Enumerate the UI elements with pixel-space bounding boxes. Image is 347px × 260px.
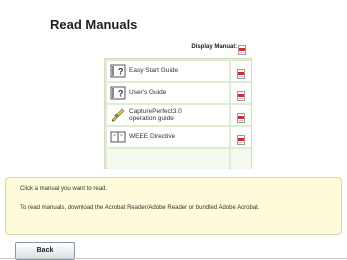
divider	[0, 258, 347, 259]
manual-name-cell[interactable]: ? Easy Start Guide	[107, 61, 229, 81]
pdf-link[interactable]	[231, 61, 251, 81]
info-instruction: Click a manual you want to read.	[20, 186, 108, 192]
pdf-icon	[237, 110, 245, 128]
empty-cell	[107, 149, 229, 169]
pdf-icon	[237, 88, 245, 106]
pencil-icon	[110, 108, 126, 127]
manual-name-cell[interactable]: CapturePerfect3.0 operation guide	[107, 105, 229, 125]
info-reader-note: To read manuals, download the Acrobat Re…	[20, 205, 260, 211]
info-box: Click a manual you want to read. To read…	[5, 177, 342, 235]
empty-row	[107, 149, 251, 169]
pdf-icon	[237, 132, 245, 150]
pdf-link[interactable]	[231, 127, 251, 147]
manual-name: WEEE Directive	[129, 133, 176, 140]
manual-name-cell[interactable]: WEEE Directive	[107, 127, 229, 147]
manual-row-weee-directive[interactable]: WEEE Directive	[107, 127, 251, 147]
pdf-icon	[237, 66, 245, 84]
manual-name-line-1: CapturePerfect3.0	[129, 108, 182, 115]
help-book-icon: ?	[110, 86, 126, 105]
manual-row-users-guide[interactable]: ? User's Guide	[107, 83, 251, 103]
manual-name: User's Guide	[129, 89, 167, 96]
empty-cell	[231, 149, 251, 169]
manual-row-captureperfect[interactable]: CapturePerfect3.0 operation guide	[107, 105, 251, 125]
svg-text:?: ?	[118, 67, 124, 77]
help-book-icon: ?	[110, 64, 126, 83]
manual-name: Easy Start Guide	[129, 67, 179, 74]
open-book-icon	[110, 130, 126, 149]
manual-name-cell[interactable]: ? User's Guide	[107, 83, 229, 103]
pdf-link[interactable]	[231, 105, 251, 125]
page-title: Read Manuals	[50, 17, 138, 32]
manual-row-easy-start-guide[interactable]: ? Easy Start Guide	[107, 61, 251, 81]
manual-name-line-2: operation guide	[129, 115, 174, 122]
manual-list: ? Easy Start Guide ? User's Guide Captur…	[104, 58, 252, 169]
display-manual-label: Display Manual:	[191, 44, 237, 50]
svg-text:?: ?	[118, 89, 124, 99]
pdf-link[interactable]	[231, 83, 251, 103]
manual-name: CapturePerfect3.0 operation guide	[129, 108, 182, 122]
